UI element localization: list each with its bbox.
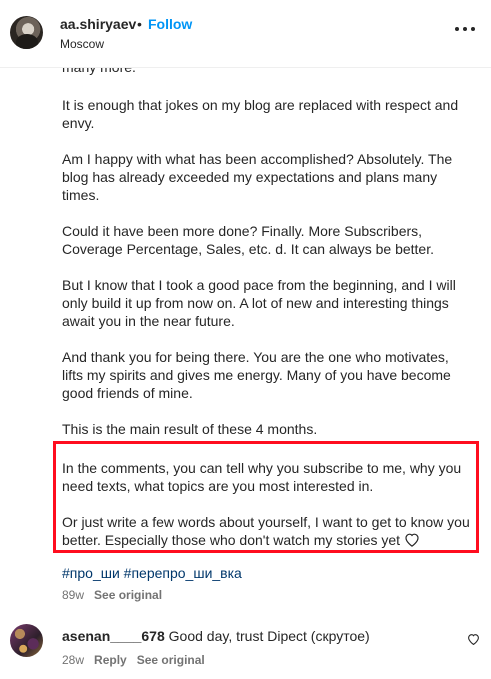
author-avatar[interactable] — [10, 16, 43, 49]
follow-button[interactable]: Follow — [148, 16, 192, 32]
post-header: aa.shiryaev • Follow Moscow — [0, 0, 491, 68]
commenter-avatar[interactable] — [10, 624, 43, 657]
caption-paragraph: And thank you for being there. You are t… — [62, 349, 451, 401]
post-age: 89w — [62, 588, 85, 602]
caption-paragraph: This is the main result of these 4 month… — [62, 421, 318, 437]
comment-body: Good day, trust Dipect (скрутое) — [168, 628, 370, 644]
hashtags[interactable]: #про_ши #перепро_ши_вка — [62, 565, 242, 581]
reply-button[interactable]: Reply — [94, 653, 127, 667]
caption-paragraph: Could it have been more done? Finally. M… — [62, 223, 434, 257]
comment-text: asenan____678 Good day, trust Dipect (ск… — [62, 628, 370, 644]
highlight-box — [53, 441, 479, 553]
caption-paragraph: But I know that I took a good pace from … — [62, 277, 456, 329]
comment-see-original-button[interactable]: See original — [137, 653, 205, 667]
commenter-username[interactable]: asenan____678 — [62, 628, 165, 644]
comment-age: 28w — [62, 653, 85, 667]
more-options-icon[interactable] — [455, 24, 475, 34]
post-meta: 89w See original — [62, 588, 162, 602]
author-username[interactable]: aa.shiryaev — [60, 16, 136, 32]
comment-meta: 28w Reply See original — [62, 653, 205, 667]
separator-dot: • — [137, 16, 142, 32]
caption-paragraph: It is enough that jokes on my blog are r… — [62, 97, 459, 131]
see-original-button[interactable]: See original — [94, 588, 162, 602]
heart-outline-icon[interactable] — [467, 632, 480, 650]
post-location[interactable]: Moscow — [60, 37, 104, 51]
caption-paragraph: Am I happy with what has been accomplish… — [62, 151, 453, 203]
